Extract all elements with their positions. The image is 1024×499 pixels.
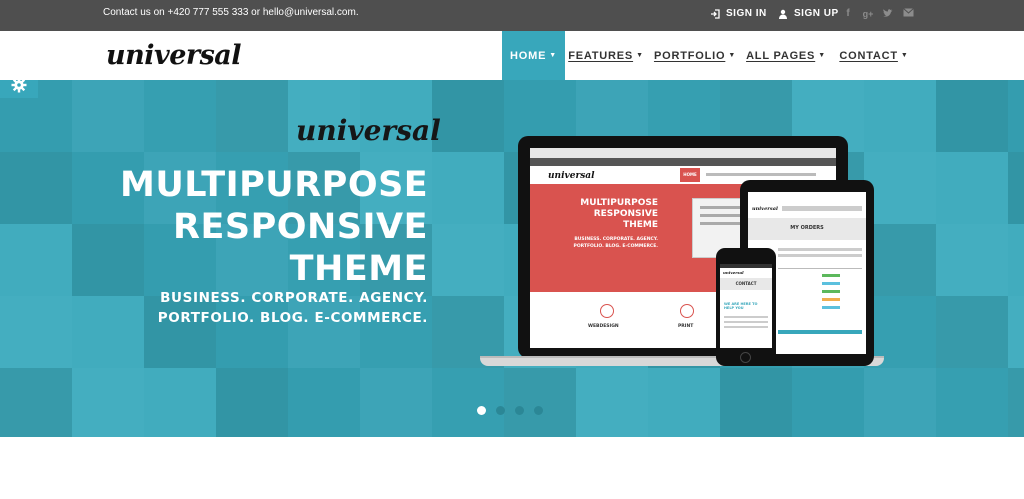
- phone-logo: universal: [723, 270, 744, 275]
- background-photo-tile: [792, 368, 864, 437]
- hero-subtitle: BUSINESS. CORPORATE. AGENCY. PORTFOLIO. …: [120, 288, 428, 328]
- laptop-hero-subtitle: BUSINESS. CORPORATE. AGENCY. PORTFOLIO. …: [540, 236, 658, 250]
- hero-title-line: MULTIPURPOSE: [120, 165, 429, 205]
- gear-icon: [11, 80, 27, 92]
- sign-in-link[interactable]: SIGN IN: [710, 8, 767, 19]
- background-photo-tile: [216, 80, 288, 152]
- nav-portfolio-label: PORTFOLIO: [653, 49, 726, 62]
- laptop-nav-home: HOME: [680, 168, 700, 182]
- email-icon[interactable]: [902, 8, 914, 20]
- background-photo-tile: [288, 368, 360, 437]
- phone-mockup: universal CONTACT WE ARE HERE TO HELP YO…: [716, 248, 776, 366]
- background-photo-tile: [1008, 224, 1024, 296]
- nav-portfolio[interactable]: PORTFOLIO ▼: [654, 31, 736, 80]
- hero-subtitle-line: BUSINESS. CORPORATE. AGENCY.: [160, 290, 428, 306]
- background-photo-tile: [936, 368, 1008, 437]
- background-photo-tile: [216, 368, 288, 437]
- laptop-title-line: RESPONSIVE: [593, 209, 658, 219]
- background-photo-tile: [504, 368, 576, 437]
- nav-contact-label: CONTACT: [839, 49, 898, 62]
- background-photo-tile: [432, 152, 504, 224]
- background-photo-tile: [864, 152, 936, 224]
- slider-dot[interactable]: [534, 406, 543, 415]
- background-photo-tile: [432, 224, 504, 296]
- site-logo[interactable]: universal: [106, 40, 242, 71]
- laptop-title-line: MULTIPURPOSE: [580, 198, 658, 208]
- facebook-icon[interactable]: f: [842, 8, 854, 20]
- background-photo-tile: [864, 80, 936, 152]
- phone-text: WE ARE HERE TO HELP YOU: [724, 302, 758, 310]
- background-photo-tile: [432, 80, 504, 152]
- background-photo-tile: [1008, 296, 1024, 368]
- background-photo-tile: [144, 368, 216, 437]
- laptop-hero-title: MULTIPURPOSE RESPONSIVE THEME: [540, 198, 658, 231]
- user-icon: [779, 9, 787, 19]
- phone-heading: CONTACT: [735, 281, 757, 286]
- caret-down-icon: ▼: [728, 52, 737, 59]
- caret-down-icon: ▼: [818, 52, 826, 59]
- background-photo-tile: [1008, 152, 1024, 224]
- background-photo-tile: [864, 368, 936, 437]
- hero-title-line: RESPONSIVE: [173, 207, 428, 247]
- background-photo-tile: [576, 368, 648, 437]
- background-photo-tile: [864, 224, 936, 296]
- background-photo-tile: [432, 368, 504, 437]
- google-plus-icon[interactable]: g+: [862, 8, 874, 20]
- background-photo-tile: [0, 224, 72, 296]
- phone-screen: universal CONTACT WE ARE HERE TO HELP YO…: [720, 264, 772, 348]
- laptop-subtitle-line: BUSINESS. CORPORATE. AGENCY.: [574, 237, 658, 242]
- background-photo-tile: [0, 368, 72, 437]
- sign-in-icon: [711, 8, 720, 19]
- background-photo-tile: [1008, 368, 1024, 437]
- caret-down-icon: ▼: [900, 52, 909, 59]
- hero-title: MULTIPURPOSE RESPONSIVE THEME: [120, 164, 428, 290]
- background-photo-tile: [936, 224, 1008, 296]
- caret-down-icon: ▼: [636, 52, 644, 59]
- background-photo-tile: [72, 368, 144, 437]
- slider-dot-active[interactable]: [477, 406, 486, 415]
- laptop-title-line: THEME: [623, 220, 658, 230]
- hero-logo: universal: [296, 114, 441, 147]
- slider-dot[interactable]: [496, 406, 505, 415]
- background-photo-tile: [936, 80, 1008, 152]
- top-bar: Contact us on +420 777 555 333 or hello@…: [0, 0, 1024, 31]
- background-photo-tile: [936, 296, 1008, 368]
- settings-toggle[interactable]: [0, 80, 38, 98]
- hero-title-line: THEME: [289, 249, 428, 289]
- sign-up-label: SIGN UP: [794, 8, 839, 19]
- nav-features[interactable]: FEATURES ▼: [568, 31, 644, 80]
- background-photo-tile: [1008, 80, 1024, 152]
- slider-dot[interactable]: [515, 406, 524, 415]
- background-photo-tile: [360, 368, 432, 437]
- background-photo-tile: [720, 368, 792, 437]
- background-photo-tile: [144, 80, 216, 152]
- background-photo-tile: [0, 152, 72, 224]
- sign-up-link[interactable]: SIGN UP: [778, 8, 839, 19]
- laptop-feature: PRINT: [678, 324, 694, 329]
- sign-in-label: SIGN IN: [726, 8, 767, 19]
- nav-all-pages[interactable]: ALL PAGES ▼: [746, 31, 826, 80]
- background-photo-tile: [648, 368, 720, 437]
- laptop-subtitle-line: PORTFOLIO. BLOG. E-COMMERCE.: [573, 244, 658, 249]
- nav-features-label: FEATURES: [568, 49, 634, 62]
- tablet-logo: universal: [752, 206, 778, 212]
- background-photo-tile: [0, 296, 72, 368]
- background-photo-tile: [72, 80, 144, 152]
- nav-contact[interactable]: CONTACT ▼: [838, 31, 910, 80]
- background-photo-tile: [936, 152, 1008, 224]
- nav-all-pages-label: ALL PAGES: [746, 49, 816, 62]
- tablet-heading: MY ORDERS: [790, 225, 824, 231]
- caret-down-icon: ▼: [549, 52, 557, 59]
- nav-home[interactable]: HOME ▼: [502, 31, 565, 80]
- hero-subtitle-line: PORTFOLIO. BLOG. E-COMMERCE.: [157, 310, 428, 326]
- contact-text: Contact us on +420 777 555 333 or hello@…: [103, 7, 359, 18]
- nav-home-label: HOME: [510, 49, 547, 62]
- laptop-feature: WEBDESIGN: [588, 324, 619, 329]
- laptop-logo: universal: [548, 171, 595, 181]
- twitter-icon[interactable]: [881, 8, 893, 20]
